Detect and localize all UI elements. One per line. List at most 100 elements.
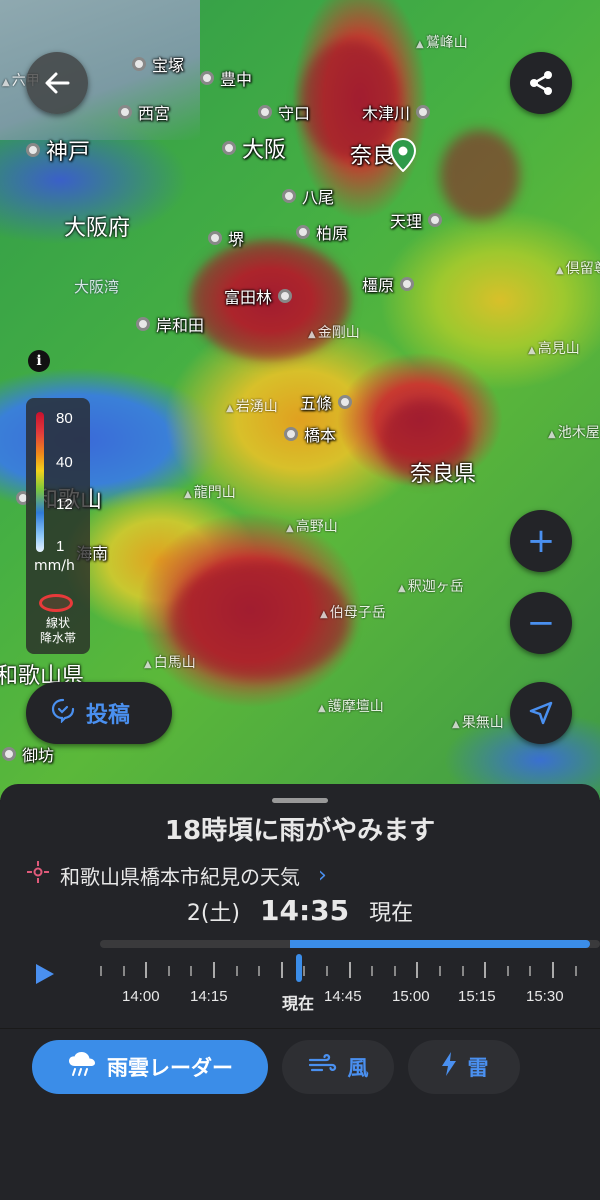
tab-rain-radar-label: 雨雲レーダー: [107, 1056, 233, 1080]
timeline-label: 15:30: [526, 988, 564, 1005]
timeline-tick: [145, 962, 148, 978]
tab-wind[interactable]: 風: [282, 1040, 394, 1094]
timeline-cursor[interactable]: [296, 954, 302, 982]
lightning-icon: [440, 1051, 458, 1083]
linear-rainband-label: 線状 降水帯: [39, 616, 76, 645]
divider: [0, 1028, 600, 1029]
city-label: 五條: [300, 390, 353, 414]
timeline-tick: [235, 966, 238, 976]
timeline-tick: [439, 966, 441, 976]
tab-thunder[interactable]: 雷: [408, 1040, 520, 1094]
timeline-tick: [484, 962, 487, 978]
timeline-label: 14:15: [190, 988, 228, 1005]
timeline-label: 15:15: [458, 988, 496, 1005]
zoom-out-button[interactable]: −: [510, 592, 572, 654]
mountain-label: 高見山: [528, 338, 580, 358]
post-bubble-icon: [50, 697, 76, 729]
legend-unit: mm/h: [34, 558, 75, 574]
city-label: 大阪: [222, 132, 286, 164]
timeline-tick: [552, 962, 554, 978]
current-time-row: 2(土) 14:35 現在: [0, 894, 600, 927]
city-label: 豊中: [200, 66, 252, 90]
timeline-slider[interactable]: [100, 962, 600, 978]
navigation-arrow-icon: [529, 701, 553, 725]
timeline-tick: [213, 962, 215, 978]
timeline-tick: [348, 962, 351, 978]
legend-tick: 1: [56, 538, 65, 555]
city-label: 堺: [208, 226, 244, 250]
current-location-button[interactable]: [510, 682, 572, 744]
timeline-tick: [326, 966, 328, 976]
timeline-label: 14:45: [324, 988, 362, 1005]
mountain-label: 鷲峰山: [416, 32, 468, 52]
forecast-range-fill: [290, 940, 590, 948]
city-label: 御坊: [2, 742, 54, 766]
legend-tick: 80: [56, 410, 73, 427]
mountain-label: 岩湧山: [226, 396, 278, 416]
back-button[interactable]: [26, 52, 88, 114]
mountain-label: 高野山: [286, 516, 338, 536]
city-label: 柏原: [296, 220, 348, 244]
radar-map[interactable]: 宝塚 豊中 西宮 守口 木津川 神戸 大阪 奈良 八尾 柏原 天理 堺 橿原 富…: [0, 0, 600, 800]
linear-rainband-icon: [39, 594, 73, 612]
tab-wind-label: 風: [347, 1056, 369, 1080]
now-label: 現在: [369, 901, 414, 926]
arrow-left-icon: [45, 72, 70, 94]
city-label: 橋本: [284, 422, 336, 446]
timeline-tick: [167, 966, 170, 976]
rain-cloud-icon: [67, 1051, 97, 1083]
legend-tick: 40: [56, 454, 73, 471]
forecast-range-bar: [100, 940, 600, 948]
timeline-tick: [529, 966, 532, 976]
plus-icon: +: [526, 521, 556, 561]
city-label: 岸和田: [136, 312, 204, 336]
crosshair-icon: [26, 860, 50, 890]
post-button[interactable]: 投稿: [26, 682, 172, 744]
date-label: 2(土): [186, 901, 240, 926]
mountain-label: 護摩壇山: [318, 696, 384, 716]
rain-scale-bar: [36, 412, 44, 552]
city-label: 神戸: [26, 134, 90, 166]
legend-tick: 12: [56, 496, 73, 513]
mountain-label: 果無山: [452, 712, 504, 732]
timeline-tick: [100, 966, 102, 976]
city-label: 宝塚: [132, 52, 184, 76]
play-icon: [36, 964, 54, 984]
region-label: 奈良県: [410, 462, 477, 487]
mountain-label: 池木屋山: [548, 422, 600, 442]
timeline-label: 14:00: [122, 988, 160, 1005]
mountain-label: 金剛山: [308, 322, 360, 342]
tab-rain-radar[interactable]: 雨雲レーダー: [32, 1040, 268, 1094]
rain-legend: 80 40 12 1 mm/h 線状 降水帯: [26, 398, 90, 654]
share-icon: [530, 71, 552, 95]
location-label: 和歌山県橋本市紀見の天気: [60, 864, 300, 889]
timeline-tick: [416, 962, 419, 978]
city-label: 守口: [258, 100, 310, 124]
timeline-tick: [303, 966, 306, 976]
timeline-tick: [461, 966, 464, 976]
timeline-tick: [393, 966, 396, 976]
time-label: 14:35: [260, 894, 350, 927]
location-pin-icon[interactable]: [390, 138, 416, 172]
zoom-in-button[interactable]: +: [510, 510, 572, 572]
minus-icon: −: [526, 603, 556, 643]
share-button[interactable]: [510, 52, 572, 114]
mountain-label: 龍門山: [184, 482, 236, 502]
forecast-panel: 18時頃に雨がやみます 和歌山県橋本市紀見の天気 › 2(土) 14:35 現在…: [0, 784, 600, 1200]
info-icon[interactable]: i: [28, 350, 50, 372]
city-label: 橿原: [362, 272, 415, 296]
tab-thunder-label: 雷: [467, 1056, 489, 1080]
timeline-tick: [506, 966, 509, 976]
timeline-tick: [280, 962, 283, 978]
post-button-label: 投稿: [86, 703, 131, 728]
timeline-label: 15:00: [392, 988, 430, 1005]
mountain-label: 倶留尊山: [556, 258, 600, 278]
location-link[interactable]: 和歌山県橋本市紀見の天気 ›: [26, 860, 327, 890]
play-button[interactable]: [34, 962, 56, 993]
city-label: 西宮: [118, 100, 170, 124]
city-label: 富田林: [224, 284, 293, 308]
timeline-tick: [574, 966, 577, 976]
drag-handle[interactable]: [272, 798, 328, 803]
heavy-rain-cell: [440, 130, 520, 220]
mountain-label: 伯母子岳: [320, 602, 386, 622]
